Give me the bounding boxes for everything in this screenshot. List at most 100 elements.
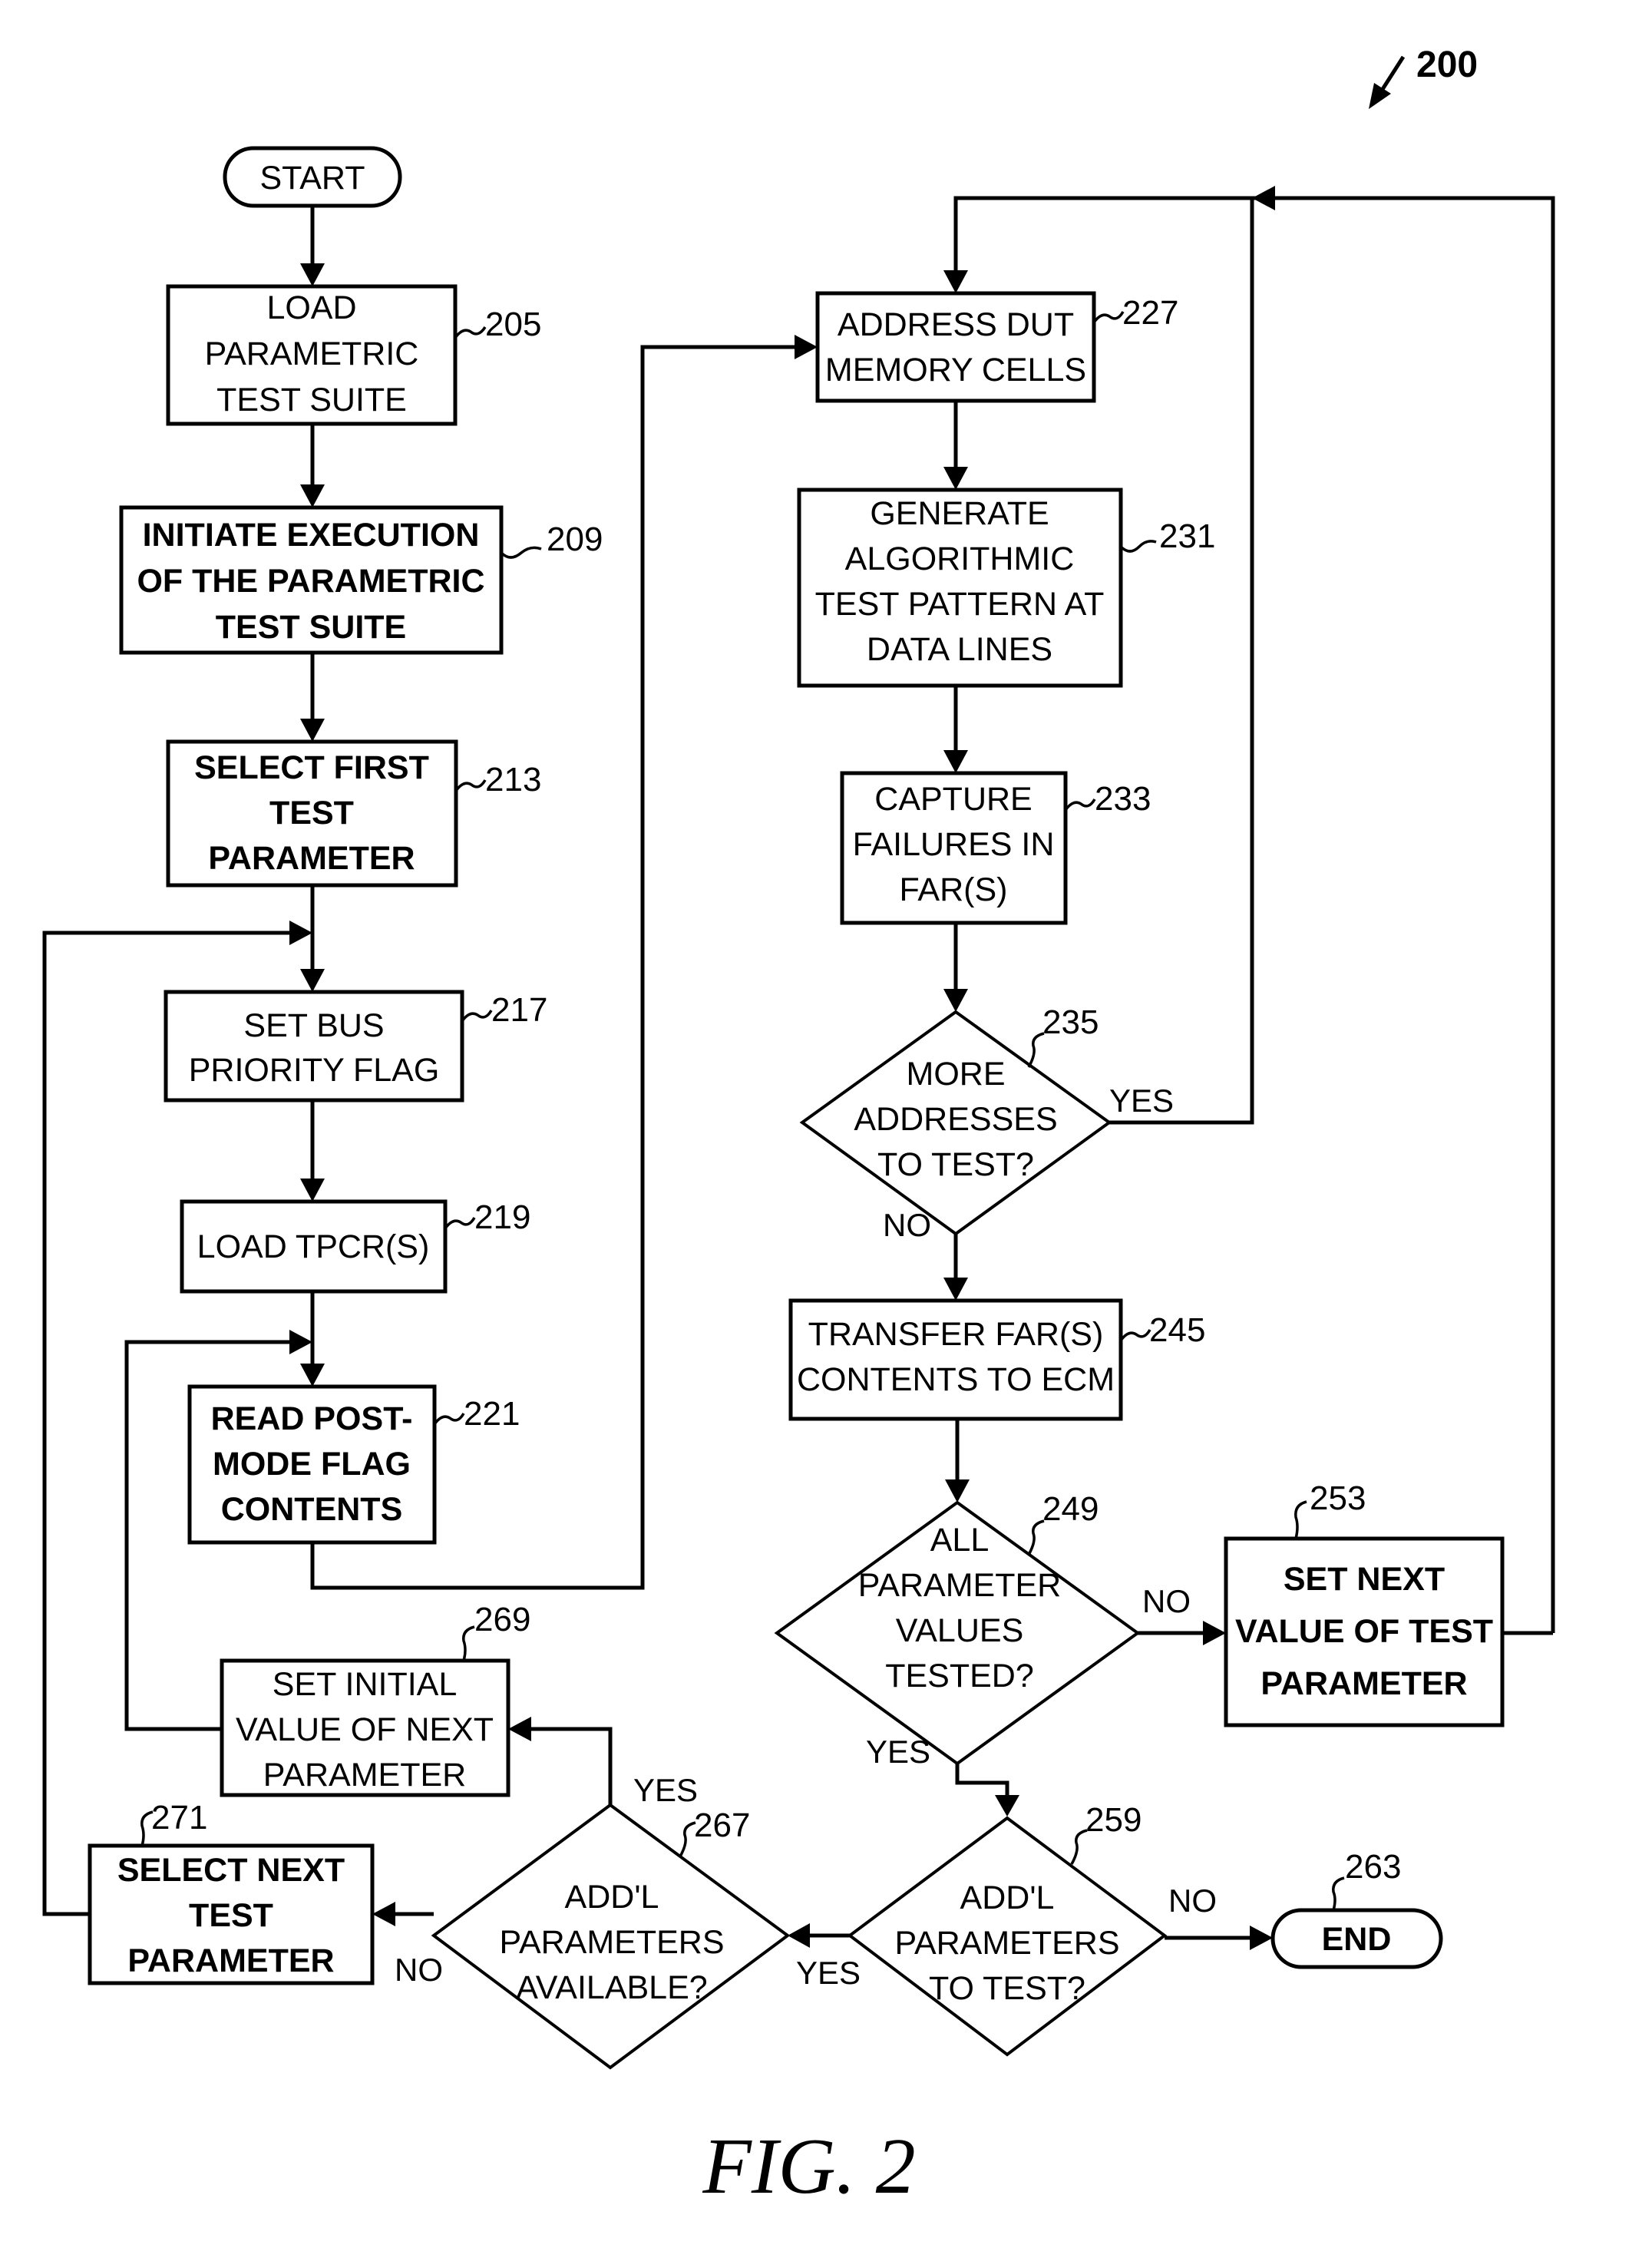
ref-number: 227 [1122, 294, 1178, 332]
node-text: MEMORY CELLS [825, 352, 1086, 388]
edge-label-yes: YES [866, 1734, 930, 1770]
node-text: END [1322, 1921, 1392, 1958]
node-253-set-next-value: SET NEXT VALUE OF TEST PARAMETER 253 [1224, 1479, 1505, 1727]
node-271-select-next-test-parameter: SELECT NEXT TEST PARAMETER 271 [88, 1799, 375, 1985]
leader-line [1119, 1329, 1151, 1342]
node-text: START [260, 160, 365, 197]
node-267-addl-parameters-available-decision: ADD'L PARAMETERS AVAILABLE? 267 YES NO [395, 1772, 791, 2070]
ref-number: 253 [1310, 1479, 1366, 1517]
node-text: TESTED? [885, 1658, 1034, 1694]
ref-number: 217 [491, 991, 547, 1029]
leader-line [500, 546, 542, 559]
node-text: TEST [189, 1897, 273, 1934]
arrow-head-icon [945, 1479, 970, 1503]
leader-line [1332, 1876, 1345, 1911]
ref-number: 271 [151, 1799, 207, 1836]
node-text: VALUE OF NEXT [236, 1711, 494, 1748]
leader-line [1070, 1829, 1088, 1865]
node-text: LOAD [266, 289, 356, 326]
node-205-load-parametric-test-suite: LOAD PARAMETRIC TEST SUITE 205 [166, 284, 541, 426]
leader-line [1294, 1500, 1307, 1539]
node-text: AVAILABLE? [516, 1969, 707, 2006]
node-209-initiate-execution: INITIATE EXECUTION OF THE PARAMETRIC TES… [119, 505, 603, 655]
arrow-head-icon [289, 921, 312, 945]
figure-ref-number: 200 [1416, 45, 1478, 85]
arrow-head-icon [943, 467, 968, 490]
edge-label-no: NO [395, 1952, 443, 1988]
leader-line [444, 1217, 476, 1230]
leader-line [454, 779, 487, 792]
node-text: SELECT FIRST [194, 749, 429, 786]
arrow-head-icon [788, 1923, 810, 1948]
node-text: TEST [269, 795, 354, 831]
edge-label-no: NO [1168, 1883, 1217, 1919]
node-text: ADDRESS DUT [838, 306, 1074, 343]
node-text: ADD'L [960, 1879, 1055, 1916]
node-text: PARAMETERS [499, 1924, 724, 1961]
ref-number: 249 [1042, 1490, 1099, 1528]
node-text: READ POST- [211, 1400, 413, 1437]
leader-line [433, 1413, 465, 1426]
node-text: PRIORITY FLAG [189, 1052, 440, 1089]
ref-number: 269 [474, 1601, 530, 1638]
arrow-head-icon [943, 750, 968, 773]
node-269-set-initial-value: SET INITIAL VALUE OF NEXT PARAMETER 269 [220, 1601, 530, 1797]
node-text: VALUES [896, 1612, 1024, 1649]
leader-line [462, 1625, 475, 1661]
arrow-head-icon [943, 1278, 968, 1301]
node-text: ALGORITHMIC [845, 541, 1075, 577]
node-text: PARAMETERS [894, 1925, 1119, 1962]
node-start: START [223, 146, 402, 208]
node-text: TO TEST? [877, 1146, 1034, 1183]
leader-line [1027, 1032, 1045, 1068]
leader-line [1064, 798, 1096, 812]
ref-number: 231 [1159, 517, 1215, 555]
node-213-select-first-test-parameter: SELECT FIRST TEST PARAMETER 213 [166, 739, 541, 888]
arrow-head-icon [795, 335, 818, 359]
node-text: SELECT NEXT [117, 1852, 345, 1889]
node-text: TO TEST? [929, 1970, 1085, 2007]
leader-line [1119, 540, 1157, 553]
edge-label-yes: YES [633, 1772, 698, 1808]
ref-number: 213 [485, 761, 541, 798]
node-text: PARAMETER [263, 1757, 466, 1793]
arrow-head-icon [300, 969, 325, 992]
node-text: DATA LINES [867, 631, 1052, 668]
node-text: FAILURES IN [853, 826, 1055, 863]
node-245-transfer-far-contents: TRANSFER FAR(S) CONTENTS TO ECM 245 [788, 1298, 1205, 1421]
node-text: INITIATE EXECUTION [143, 517, 480, 554]
node-text: FAR(S) [900, 871, 1008, 908]
node-text: TEST SUITE [216, 382, 407, 418]
edge-label-yes: YES [1109, 1083, 1174, 1119]
node-text: PARAMETER [208, 840, 415, 877]
arrow-head-icon [289, 1330, 312, 1354]
node-259-addl-parameters-to-test-decision: ADD'L PARAMETERS TO TEST? 259 NO YES [796, 1801, 1217, 2057]
node-text: PARAMETER [1260, 1665, 1467, 1702]
edge-267-269-yes [527, 1727, 613, 1805]
node-221-read-post-mode-flag: READ POST- MODE FLAG CONTENTS 221 [187, 1384, 520, 1545]
flowchart-diagram: 200 START LOAD PARAMETRIC TEST SUITE 205… [42, 45, 1555, 2210]
node-text: CONTENTS TO ECM [797, 1361, 1115, 1398]
ref-number: 233 [1095, 780, 1151, 818]
leader-line [679, 1821, 696, 1857]
node-text: SET BUS [243, 1007, 384, 1044]
arrow-head-icon [508, 1717, 531, 1741]
node-text: PARAMETRIC [205, 336, 419, 372]
node-text: ADD'L [565, 1879, 659, 1916]
node-233-capture-failures: CAPTURE FAILURES IN FAR(S) 233 [840, 771, 1151, 925]
node-text: TEST PATTERN AT [815, 586, 1105, 623]
node-text: SET NEXT [1284, 1561, 1445, 1598]
arrow-head-icon [1250, 1926, 1273, 1950]
node-227-address-dut-memory-cells: ADDRESS DUT MEMORY CELLS 227 [815, 291, 1178, 403]
node-249-all-values-tested-decision: ALL PARAMETER VALUES TESTED? 249 NO YES [774, 1490, 1191, 1770]
edge-235-227-yes [1109, 198, 1254, 1125]
edge-249-259-yes [955, 1764, 1009, 1799]
node-text: PARAMETER [127, 1942, 334, 1979]
arrow-head-icon [943, 270, 968, 293]
node-text: CAPTURE [874, 781, 1032, 818]
node-263-end: END 263 [1270, 1848, 1443, 1969]
ref-number: 259 [1085, 1801, 1142, 1839]
node-text: GENERATE [870, 495, 1049, 532]
edge-label-no: NO [1142, 1583, 1191, 1619]
node-219-load-tpcr: LOAD TPCR(S) 219 [180, 1198, 530, 1294]
